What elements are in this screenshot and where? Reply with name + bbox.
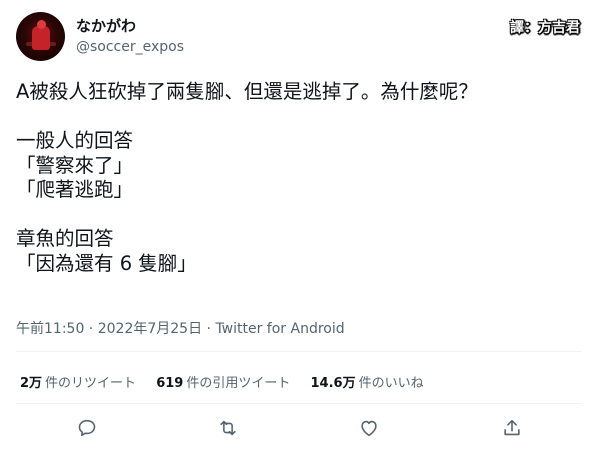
tweet-line [16,203,582,228]
share-icon [504,419,520,436]
avatar-figure-head [37,20,46,29]
meta-separator: · [84,321,98,337]
tweet-line: 「因為還有 6 隻腳」 [16,251,197,275]
quotes-stat[interactable]: 619 件の引用ツイート [156,372,290,391]
tweet-metadata: 午前11:50 · 2022年7月25日 · Twitter for Andro… [16,318,345,338]
translator-stamp: 譯：方吉君 [510,20,580,36]
tweet-line: 「警察來了」 [16,153,134,177]
action-bar [16,413,582,443]
engagement-stats: 2万 件のリツイート 619 件の引用ツイート 14.6万 件のいいね [20,372,440,391]
tweet-line: A被殺人狂砍掉了兩隻腳、但還是逃掉了。為什麼呢？ [16,80,478,103]
divider [16,403,582,404]
quotes-label: 件の引用ツイート [186,376,291,391]
share-button[interactable] [501,417,523,439]
tweet-line: 「爬著逃跑」 [16,178,134,201]
author-names: なかがわ @soccer_expos [76,16,184,57]
tweet-header: なかがわ @soccer_expos 譯：方吉君 [16,12,582,62]
divider [16,351,582,352]
retweets-count: 2万 [20,376,43,391]
tweet-time[interactable]: 午前11:50 [16,321,84,337]
avatar-figure [32,26,50,50]
tweet-line: 一般人的回答 [16,129,134,152]
quotes-count: 619 [156,376,184,391]
retweet-button[interactable] [217,417,239,439]
retweets-stat[interactable]: 2万 件のリツイート [20,372,136,391]
tweet-date[interactable]: 2022年7月25日 [98,321,202,337]
tweet-line: 章魚的回答 [16,227,114,250]
retweets-label: 件のリツイート [45,376,137,391]
reply-button[interactable] [76,417,98,439]
tweet-source[interactable]: Twitter for Android [215,321,344,337]
tweet-line [16,105,582,130]
like-button[interactable] [358,417,380,439]
heart-icon [361,420,377,437]
meta-separator: · [202,321,216,337]
likes-count: 14.6万 [310,376,356,391]
author-display-name[interactable]: なかがわ [76,16,184,36]
retweet-icon [220,420,236,436]
reply-icon [78,419,96,437]
avatar[interactable] [16,12,65,61]
author-handle[interactable]: @soccer_expos [76,37,184,57]
likes-stat[interactable]: 14.6万 件のいいね [311,372,424,391]
likes-label: 件のいいね [358,376,424,391]
tweet-text: A被殺人狂砍掉了兩隻腳、但還是逃掉了。為什麼呢？ 一般人的回答 「警察來了」 「… [16,80,582,276]
